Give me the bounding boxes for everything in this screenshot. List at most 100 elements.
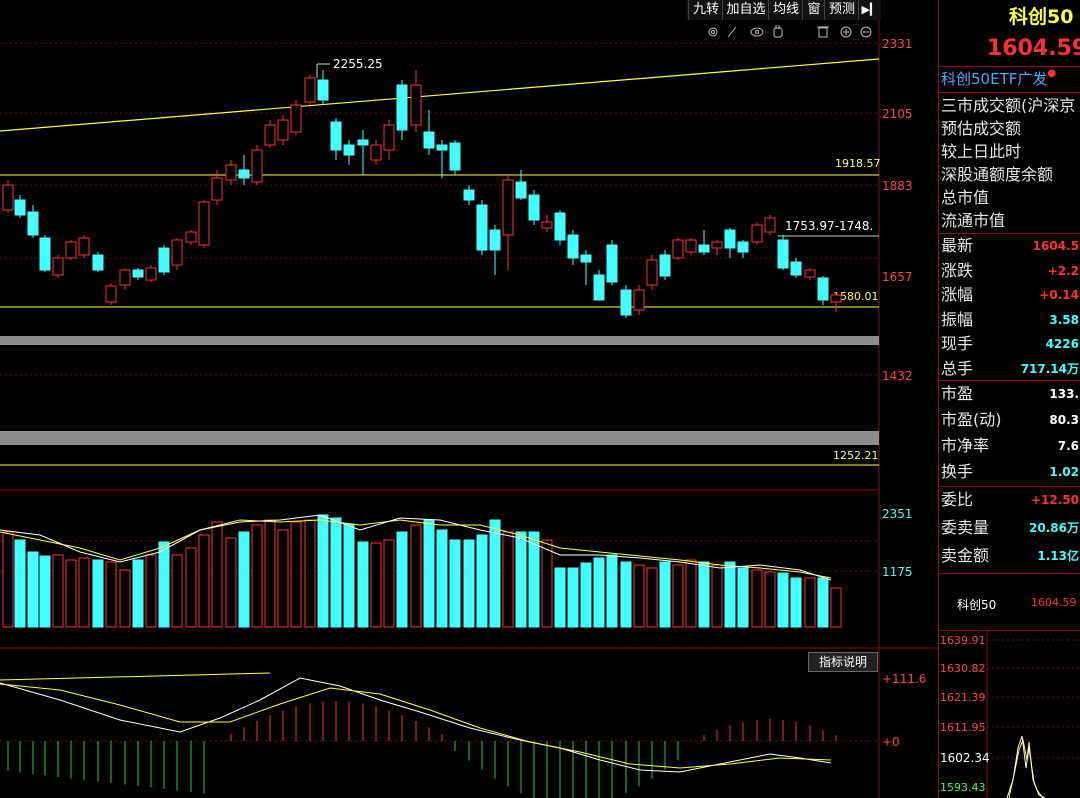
stat-row: 现手 4226 (939, 332, 1080, 356)
mini-tick: 1593.43 (940, 781, 986, 794)
volume-bar (14, 539, 26, 628)
volume-bar (620, 561, 632, 628)
info-row: 较上日此时 (939, 140, 1080, 164)
candle (646, 255, 658, 290)
info-label: 较上日此时 (941, 142, 1022, 161)
volume-bar (357, 541, 369, 628)
candle-body (698, 244, 710, 253)
volume-bar (541, 539, 553, 628)
volume-bar (606, 554, 618, 628)
price-tick: 1432 (882, 369, 913, 383)
mini-tick: 1602.34 (940, 751, 990, 765)
order-label: 委卖量 (941, 518, 990, 537)
candle (436, 140, 448, 178)
band-marker-upper (0, 336, 879, 345)
candle-body (290, 104, 302, 133)
indicator-help-button[interactable]: 指标说明 (808, 652, 878, 672)
candle (119, 268, 131, 290)
stat-value: 717.14万 (1020, 361, 1079, 376)
candle-body (264, 124, 276, 146)
volume-bar (211, 521, 223, 628)
candle (158, 245, 170, 275)
divider (939, 380, 1080, 381)
order-value: +12.50 (1030, 493, 1079, 507)
candle (672, 238, 684, 260)
volume-bar (672, 564, 684, 628)
volume-bar (330, 517, 342, 628)
candle (593, 270, 605, 301)
volume-bar (317, 514, 329, 628)
volume-bar (132, 559, 144, 628)
valuation-value: 133. (1049, 387, 1079, 401)
volume-bar (198, 534, 210, 628)
candle (290, 100, 302, 135)
candle (698, 230, 710, 255)
order-label: 卖金额 (941, 546, 990, 565)
candle (541, 215, 553, 232)
candle-body (804, 269, 816, 278)
volume-bar (502, 531, 514, 628)
candle-body (463, 189, 475, 201)
info-row: 深股通额度余额 (939, 163, 1080, 187)
valuation-label: 换手 (941, 462, 974, 481)
macd-trendline[interactable] (0, 672, 271, 681)
candle-body (198, 201, 210, 246)
stat-row: 涨跌 +2.2 (939, 259, 1080, 283)
etf-link[interactable]: 科创50ETF广发● (941, 68, 1056, 89)
candle-body (659, 254, 671, 277)
label-high: 2255.25 (333, 57, 383, 71)
volume-bar (251, 524, 263, 628)
stat-label: 涨跌 (941, 260, 974, 280)
candle (65, 240, 77, 260)
volume-bars (0, 514, 842, 628)
candle (476, 200, 488, 255)
candle (830, 292, 842, 312)
candle-body (78, 237, 90, 256)
candle-body (52, 257, 64, 276)
candle-body (646, 259, 658, 286)
volume-bar (290, 521, 302, 628)
valuation-row: 市净率 7.6 (939, 434, 1080, 458)
mini-label: 科创50 (957, 598, 997, 612)
candle-body (790, 261, 802, 276)
volume-bar (304, 519, 316, 628)
info-label: 流通市值 (941, 211, 1006, 230)
candle-body (343, 144, 355, 156)
candle (620, 285, 632, 318)
volume-bar (659, 561, 671, 628)
volume-bar (383, 539, 395, 628)
stat-value: 4226 (1045, 337, 1079, 351)
candle-body (27, 211, 39, 236)
candle (580, 250, 592, 285)
candle-body (580, 254, 592, 263)
valuation-row: 换手 1.02 (939, 460, 1080, 484)
candle-body (711, 241, 723, 249)
candle-body (251, 149, 263, 183)
candle (804, 268, 816, 280)
mini-price-line (1006, 735, 1046, 798)
candle-body (830, 294, 842, 303)
valuation-row: 市盈 133. (939, 382, 1080, 406)
candle (790, 258, 802, 278)
candle-body (330, 121, 342, 151)
candle (711, 240, 723, 255)
candle-body (317, 79, 329, 101)
candle (225, 160, 237, 185)
candle-body (567, 234, 579, 259)
candle-body (449, 142, 461, 171)
quote-panel: 科创50 1604.59 科创50ETF广发● 三市成交额(沪深京 预估成交额 较上… (938, 0, 1080, 798)
candle-body (541, 221, 553, 229)
volume-bar (78, 557, 90, 628)
stat-row: 振幅 3.58 (939, 308, 1080, 332)
trendline[interactable] (0, 58, 880, 132)
candle-body (777, 239, 789, 269)
volume-bar (92, 559, 104, 628)
stock-chart-app: 九转 加自选 均线 窗 预测 ▶▎ 1918.57 1753.97-1748. … (0, 0, 1080, 798)
candle (14, 195, 26, 218)
volume-bar (528, 531, 540, 628)
divider (939, 573, 1080, 574)
kline-chart[interactable]: 1918.57 1753.97-1748. 1580.01 1252.21 22… (0, 0, 938, 798)
volume-bar (751, 569, 763, 628)
valuation-value: 1.02 (1049, 465, 1079, 479)
volume-bar (396, 531, 408, 628)
